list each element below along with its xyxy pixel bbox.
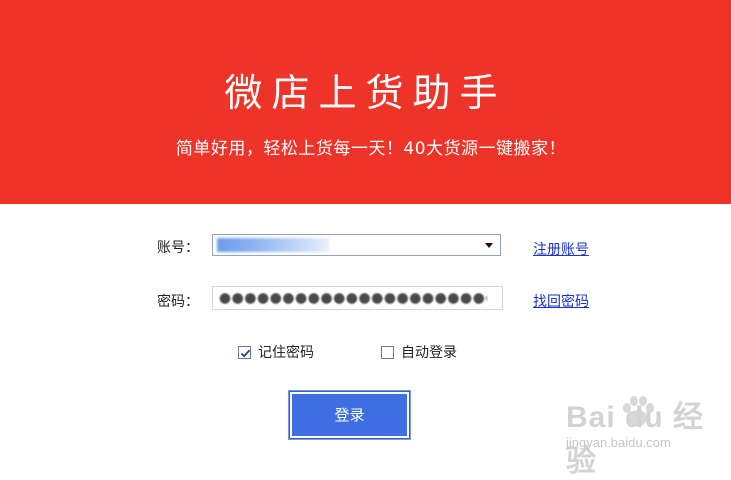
app-slogan: 简单好用，轻松上货每一天！40大货源一键搬家！ — [175, 139, 567, 159]
auto-login-checkbox[interactable] — [381, 345, 394, 359]
app-title: 微店上货助手 — [224, 71, 507, 115]
remember-password-checkbox[interactable] — [238, 345, 251, 359]
header-banner: 微店上货助手 简单好用，轻松上货每一天！40大货源一键搬家！ — [0, 0, 731, 204]
watermark-url: jingyan.baidu.com — [566, 435, 671, 450]
remember-password-option[interactable]: 记住密码 — [238, 342, 314, 362]
password-field[interactable] — [212, 286, 503, 310]
login-button[interactable]: 登录 — [288, 390, 411, 440]
baidu-jingyan-watermark: Bai du 经验 jingyan.baidu.com — [560, 392, 720, 478]
remember-password-label: 记住密码 — [258, 345, 314, 361]
checkmark-icon — [240, 349, 251, 358]
account-label: 账号： — [157, 240, 199, 256]
auto-login-option[interactable]: 自动登录 — [381, 342, 457, 362]
password-mask — [219, 292, 487, 305]
register-account-link[interactable]: 注册账号 — [533, 239, 589, 259]
account-value-blurred — [217, 238, 329, 252]
account-combobox[interactable] — [212, 234, 501, 256]
auto-login-label: 自动登录 — [401, 345, 457, 361]
password-label: 密码： — [157, 294, 199, 310]
recover-password-link[interactable]: 找回密码 — [533, 291, 589, 311]
chevron-down-icon[interactable] — [482, 239, 496, 252]
